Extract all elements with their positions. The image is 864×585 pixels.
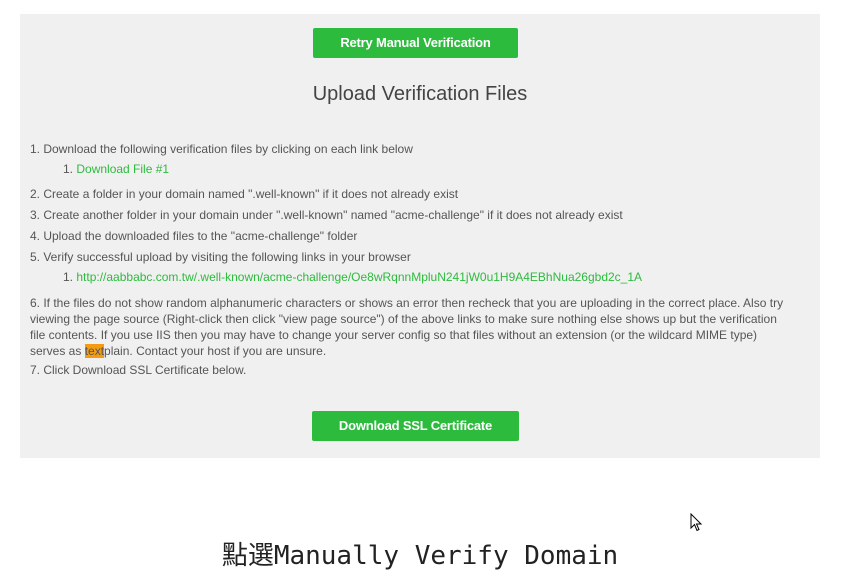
step-6-text-end: plain. Contact your host if you are unsu…: [104, 344, 327, 358]
step-3: 3. Create another folder in your domain …: [30, 208, 623, 222]
verification-url-link[interactable]: http://aabbabc.com.tw/.well-known/acme-c…: [76, 270, 642, 284]
highlighted-word: text: [84, 344, 105, 358]
step-5: 5. Verify successful upload by visiting …: [30, 250, 411, 264]
step-1-sub-number: 1.: [63, 162, 74, 176]
verification-panel: Retry Manual Verification Upload Verific…: [20, 14, 820, 458]
step-4: 4. Upload the downloaded files to the "a…: [30, 229, 358, 243]
step-6: 6. If the files do not show random alpha…: [30, 295, 795, 359]
step-5-sub-number: 1.: [63, 270, 74, 284]
step-1: 1. Download the following verification f…: [30, 142, 413, 156]
step-7: 7. Click Download SSL Certificate below.: [30, 363, 247, 377]
step-2: 2. Create a folder in your domain named …: [30, 187, 459, 201]
cursor-arrow-icon: [690, 512, 704, 538]
step-5-sub: 1. http://aabbabc.com.tw/.well-known/acm…: [63, 270, 642, 284]
retry-manual-verification-button[interactable]: Retry Manual Verification: [313, 28, 518, 58]
download-ssl-certificate-button[interactable]: Download SSL Certificate: [312, 411, 519, 441]
download-file-link[interactable]: Download File #1: [76, 162, 169, 176]
page-heading: Upload Verification Files: [312, 83, 528, 105]
step-1-sub: 1. Download File #1: [63, 162, 169, 176]
caption-text: 點選Manually Verify Domain: [221, 541, 619, 571]
